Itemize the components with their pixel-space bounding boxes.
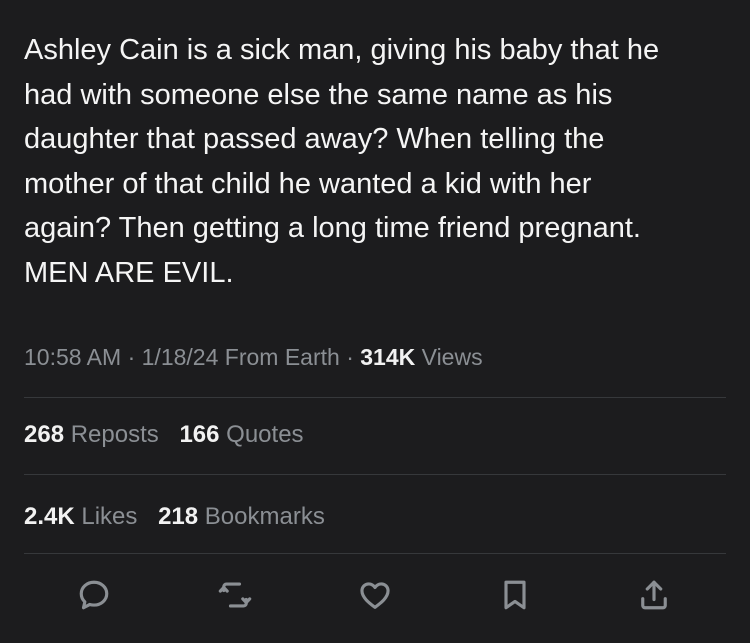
likes-count: 2.4K (24, 503, 75, 530)
divider (24, 553, 726, 554)
reposts-label: Reposts (70, 421, 159, 448)
bookmark-button[interactable] (493, 573, 537, 617)
engagement-stats-row: 268 Reposts 166 Quotes (24, 418, 318, 452)
quotes-stat[interactable]: 166 Quotes (179, 418, 303, 452)
reply-icon (79, 580, 109, 610)
post-meta: 10:58 AM · 1/18/24 From Earth · 314K Vie… (24, 340, 483, 374)
divider (24, 474, 726, 475)
post-time[interactable]: 10:58 AM (24, 344, 121, 370)
repost-icon (218, 582, 252, 608)
views-label: Views (421, 344, 483, 370)
like-button[interactable] (353, 573, 397, 617)
meta-separator: · (346, 344, 354, 370)
bookmarks-label: Bookmarks (204, 503, 325, 530)
engagement-stats-row: 2.4K Likes 218 Bookmarks (24, 500, 339, 534)
post-text-line: MEN ARE EVIL. (24, 256, 234, 289)
post-body: Ashley Cain is a sick man, giving his ba… (24, 28, 729, 295)
bookmarks-stat[interactable]: 218 Bookmarks (158, 500, 325, 534)
reply-button[interactable] (72, 573, 116, 617)
divider (24, 397, 726, 398)
share-icon (641, 580, 667, 610)
views-count: 314K (360, 344, 416, 370)
post-text-line: daughter that passed away? When telling … (24, 123, 605, 155)
reposts-count: 268 (24, 421, 65, 448)
post-text-line: mother of that child he wanted a kid wit… (24, 167, 592, 200)
meta-separator: · (127, 344, 136, 370)
bookmarks-count: 218 (158, 503, 199, 530)
likes-label: Likes (81, 503, 138, 530)
post-text-line: had with someone else the same name as h… (24, 78, 613, 111)
heart-icon (360, 582, 390, 609)
reposts-stat[interactable]: 268 Reposts (24, 418, 159, 452)
bookmark-icon (504, 580, 526, 610)
likes-stat[interactable]: 2.4K Likes (24, 500, 137, 534)
repost-button[interactable] (213, 573, 257, 617)
post-text-line: again? Then getting a long time friend p… (24, 212, 641, 244)
post-text-line: Ashley Cain is a sick man, giving his ba… (24, 34, 660, 66)
quotes-count: 166 (179, 421, 220, 448)
share-button[interactable] (632, 573, 676, 617)
post-source: From Earth (224, 344, 340, 370)
action-bar (0, 573, 750, 623)
quotes-label: Quotes (226, 421, 304, 448)
post-date[interactable]: 1/18/24 (142, 344, 219, 370)
